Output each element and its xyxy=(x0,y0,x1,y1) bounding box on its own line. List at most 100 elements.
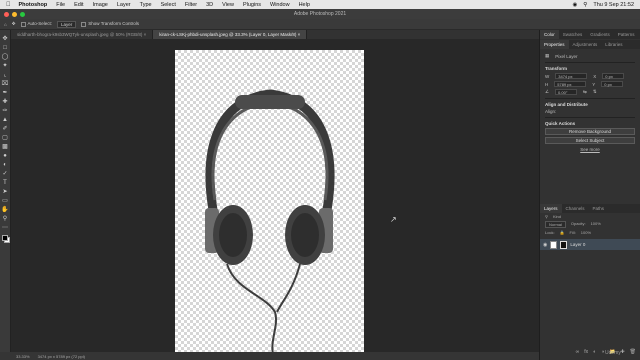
height-field[interactable]: 5789 px xyxy=(554,81,587,87)
tools-panel: ✥ □ ◯ ✦ ⌞ ⌧ ✒ ✚ ✑ ▲ ✐ ▢ ▩ ● ◐ ✓ T ➤ ▭ ✋ … xyxy=(0,30,11,352)
type-tool-icon[interactable]: T xyxy=(1,180,9,187)
headphones-image xyxy=(205,89,335,355)
x-field[interactable]: 0 px xyxy=(602,73,625,79)
crop-tool-icon[interactable]: ⌞ xyxy=(1,72,9,79)
gradient-tool-icon[interactable]: ▩ xyxy=(1,144,9,151)
angle-icon: ∠ xyxy=(545,89,550,94)
app-menu[interactable]: Photoshop xyxy=(19,2,48,8)
layer-row[interactable]: ◉ Layer 0 xyxy=(540,239,640,250)
menu-image[interactable]: Image xyxy=(93,2,108,8)
document-info[interactable]: 3474 px x 5789 px (72 ppi) xyxy=(38,354,85,359)
tab-channels[interactable]: Channels xyxy=(562,204,589,213)
menu-type[interactable]: Type xyxy=(140,2,152,8)
link-layers-icon[interactable]: ∞ xyxy=(576,349,580,355)
document-tab-2[interactable]: kiran-ck-LSKj-phbdi-unsplash.jpeg @ 33.3… xyxy=(153,30,308,39)
trash-icon[interactable]: 🗑 xyxy=(630,349,636,355)
tab-swatches[interactable]: Swatches xyxy=(559,30,587,39)
tab-layers[interactable]: Layers xyxy=(540,204,562,213)
more-tools-icon[interactable]: ⋯ xyxy=(1,225,9,232)
dodge-tool-icon[interactable]: ◐ xyxy=(1,162,9,169)
select-subject-button[interactable]: Select Subject xyxy=(545,137,635,144)
visibility-eye-icon[interactable]: ◉ xyxy=(543,242,547,248)
quick-select-tool-icon[interactable]: ✦ xyxy=(1,63,9,70)
stamp-tool-icon[interactable]: ▲ xyxy=(1,117,9,124)
layer-kind-filter[interactable]: Kind xyxy=(553,214,561,219)
foreground-color-swatch[interactable] xyxy=(2,235,8,241)
tab-color[interactable]: Color xyxy=(540,30,559,39)
shape-tool-icon[interactable]: ▭ xyxy=(1,198,9,205)
window-title: Adobe Photoshop 2021 xyxy=(293,11,347,17)
add-mask-icon[interactable]: ◐ xyxy=(593,349,596,355)
canvas-area[interactable]: ↗ xyxy=(11,39,539,355)
menu-view[interactable]: View xyxy=(222,2,234,8)
status-bar: 33.33% 3474 px x 5789 px (72 ppi) xyxy=(0,352,539,360)
eyedropper-tool-icon[interactable]: ✒ xyxy=(1,90,9,97)
path-select-tool-icon[interactable]: ➤ xyxy=(1,189,9,196)
align-title: Align and Distribute xyxy=(545,102,588,107)
y-field[interactable]: 0 px xyxy=(601,81,624,87)
opacity-value[interactable]: 100% xyxy=(591,221,601,228)
right-panels: Color Swatches Gradients Patterns Proper… xyxy=(539,30,640,360)
watermark: Udemy xyxy=(605,350,621,356)
menu-filter[interactable]: Filter xyxy=(185,2,197,8)
blur-tool-icon[interactable]: ● xyxy=(1,153,9,160)
menu-plugins[interactable]: Plugins xyxy=(243,2,261,8)
new-layer-icon[interactable]: ✚ xyxy=(620,349,624,355)
search-icon[interactable]: ⚲ xyxy=(583,2,587,8)
layer-name[interactable]: Layer 0 xyxy=(570,242,585,247)
mouse-cursor-icon: ↗ xyxy=(390,215,397,224)
blend-mode-select[interactable]: Normal xyxy=(545,221,566,228)
zoom-tool-icon[interactable]: ⚲ xyxy=(1,216,9,223)
menu-edit[interactable]: Edit xyxy=(74,2,83,8)
remove-background-button[interactable]: Remove Background xyxy=(545,128,635,135)
menu-select[interactable]: Select xyxy=(161,2,176,8)
layer-thumbnail[interactable] xyxy=(550,240,558,249)
see-more-link[interactable]: See more xyxy=(545,147,635,152)
lock-icon[interactable]: 🔒 xyxy=(560,230,565,235)
menu-layer[interactable]: Layer xyxy=(117,2,131,8)
fx-icon[interactable]: fx xyxy=(584,349,588,355)
auto-select-dropdown[interactable]: Layer xyxy=(57,20,77,28)
hand-tool-icon[interactable]: ✋ xyxy=(1,207,9,214)
w-label: W xyxy=(545,73,550,79)
lasso-tool-icon[interactable]: ◯ xyxy=(1,54,9,61)
history-brush-tool-icon[interactable]: ✐ xyxy=(1,126,9,133)
apple-icon[interactable]:  xyxy=(6,2,11,8)
move-tool-icon[interactable]: ✥ xyxy=(1,36,9,43)
adjustment-layer-icon[interactable]: ◑ xyxy=(601,349,604,355)
healing-tool-icon[interactable]: ✚ xyxy=(1,99,9,106)
tab-paths[interactable]: Paths xyxy=(589,204,609,213)
tab-libraries[interactable]: Libraries xyxy=(601,40,626,49)
clock[interactable]: Thu 9 Sep 21:52 xyxy=(593,2,634,8)
transform-controls-checkbox[interactable] xyxy=(81,21,87,27)
tab-properties[interactable]: Properties xyxy=(540,40,569,49)
eraser-tool-icon[interactable]: ▢ xyxy=(1,135,9,142)
auto-select-checkbox[interactable] xyxy=(20,21,26,27)
menu-3d[interactable]: 3D xyxy=(206,2,213,8)
home-icon[interactable]: ⌂ xyxy=(4,22,7,27)
wifi-icon[interactable]: ◉ xyxy=(572,2,577,8)
flip-horizontal-icon[interactable]: ⇆ xyxy=(583,89,587,95)
document-canvas[interactable] xyxy=(175,50,364,355)
document-tab-1[interactable]: siddharth-bhogra-k9sb3WQTyk-unsplash.jpe… xyxy=(11,30,154,39)
tab-patterns[interactable]: Patterns xyxy=(614,30,639,39)
transform-controls-label: Show Transform Controls xyxy=(88,21,140,27)
tab-adjustments[interactable]: Adjustments xyxy=(569,40,602,49)
flip-vertical-icon[interactable]: ⇅ xyxy=(593,89,597,95)
tab-gradients[interactable]: Gradients xyxy=(586,30,614,39)
menu-help[interactable]: Help xyxy=(299,2,310,8)
filter-search-icon[interactable]: ⚲ xyxy=(545,214,548,219)
marquee-tool-icon[interactable]: □ xyxy=(1,45,9,52)
width-field[interactable]: 3474 px xyxy=(555,73,588,79)
brush-tool-icon[interactable]: ✑ xyxy=(1,108,9,115)
frame-tool-icon[interactable]: ⌧ xyxy=(1,81,9,88)
lock-label: Lock: xyxy=(545,230,555,235)
menu-window[interactable]: Window xyxy=(270,2,290,8)
fill-value[interactable]: 100% xyxy=(581,230,591,235)
move-tool-icon[interactable]: ✥ xyxy=(12,21,16,27)
zoom-level[interactable]: 33.33% xyxy=(16,354,30,359)
angle-field[interactable]: 0.00° xyxy=(555,89,578,95)
menu-file[interactable]: File xyxy=(56,2,65,8)
pen-tool-icon[interactable]: ✓ xyxy=(1,171,9,178)
layer-mask-thumbnail[interactable] xyxy=(560,240,568,249)
